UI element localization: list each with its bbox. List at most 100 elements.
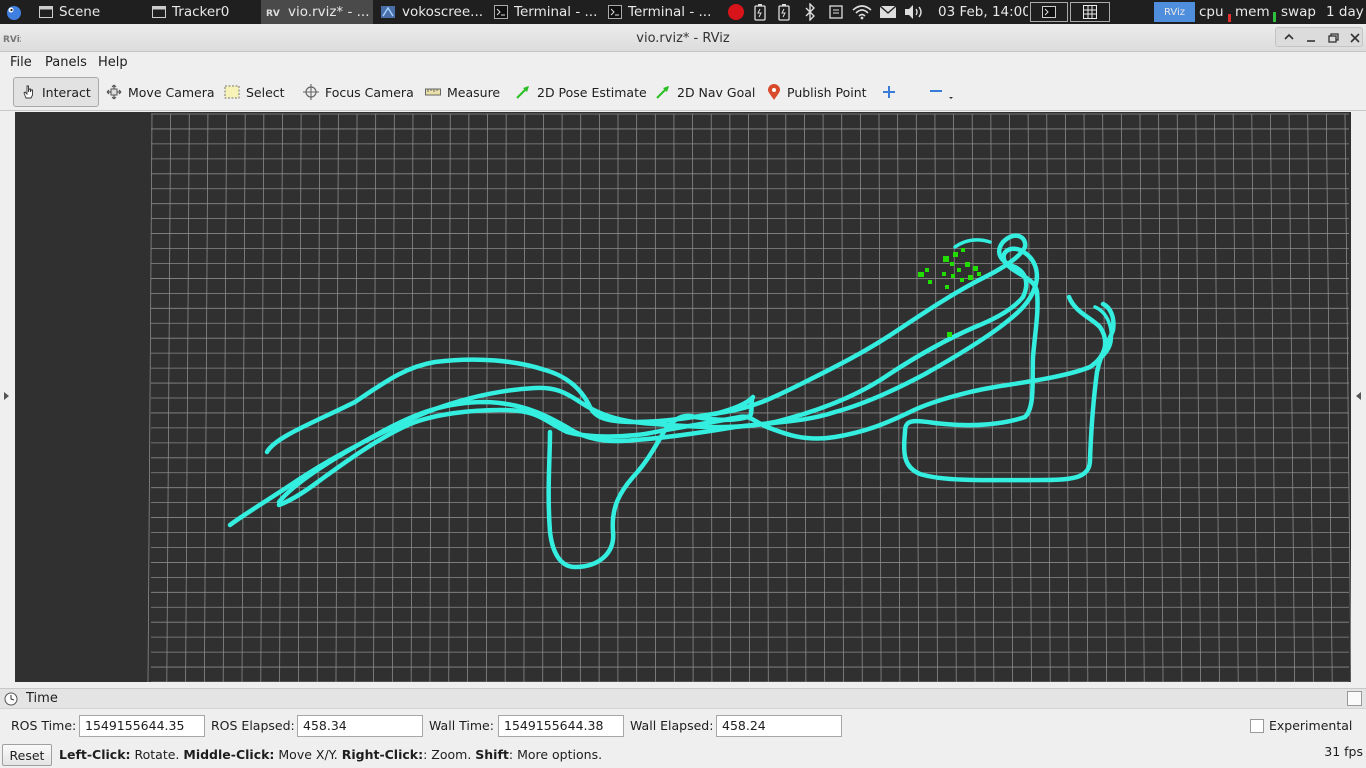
measure-tool-button[interactable]: Measure xyxy=(419,77,506,107)
time-panel-title: Time xyxy=(26,691,58,706)
reset-button[interactable]: Reset xyxy=(2,744,52,766)
feature-point xyxy=(951,274,955,278)
ros-time-field[interactable]: 1549155644.35 xyxy=(79,715,205,737)
select-box-icon xyxy=(224,85,240,99)
cpu-meter xyxy=(1228,14,1231,22)
tool-label: Interact xyxy=(42,84,91,100)
mem-monitor[interactable]: mem xyxy=(1235,0,1271,24)
focus-crosshair-icon xyxy=(303,84,319,100)
hint-text: : More options. xyxy=(508,747,603,762)
toolbar: Interact Move Camera Select Focus Camera… xyxy=(0,73,1366,111)
left-panel-toggle-icon[interactable] xyxy=(4,392,9,400)
restore-icon[interactable] xyxy=(1326,31,1340,45)
plus-icon xyxy=(883,86,895,98)
feature-point xyxy=(965,262,970,267)
window-title: vio.rviz* - RViz xyxy=(636,31,730,46)
tool-label: Select xyxy=(246,84,285,100)
battery-icon[interactable] xyxy=(775,2,793,22)
feature-point xyxy=(943,256,949,262)
ros-elapsed-field[interactable]: 458.34 xyxy=(297,715,423,737)
taskbar-item-label: Terminal - ... xyxy=(514,4,598,20)
2d-pose-estimate-tool-button[interactable]: 2D Pose Estimate xyxy=(509,77,653,107)
mail-icon[interactable] xyxy=(877,2,899,22)
minus-icon xyxy=(930,90,953,99)
clock[interactable]: 03 Feb, 14:00 xyxy=(938,0,1028,24)
feature-point xyxy=(945,285,949,289)
terminal-icon xyxy=(494,5,508,19)
volume-icon[interactable] xyxy=(902,2,926,22)
mouse-hint: Left-Click: Rotate. Middle-Click: Move X… xyxy=(59,747,602,762)
mem-meter xyxy=(1273,12,1276,22)
tool-label: 2D Pose Estimate xyxy=(537,84,647,100)
workspace-grid-icon[interactable] xyxy=(1070,2,1110,22)
rviz-badge[interactable]: RViz xyxy=(1154,2,1195,22)
move-camera-tool-button[interactable]: Move Camera xyxy=(100,77,221,107)
keep-above-icon[interactable] xyxy=(1282,31,1296,45)
interact-tool-button[interactable]: Interact xyxy=(13,77,99,107)
cpu-monitor[interactable]: cpu xyxy=(1199,0,1231,24)
window-titlebar[interactable]: RViz vio.rviz* - RViz xyxy=(0,24,1366,52)
select-tool-button[interactable]: Select xyxy=(218,77,291,107)
tool-label: Focus Camera xyxy=(325,84,414,100)
minimize-icon[interactable] xyxy=(1304,31,1318,45)
hint-key: Right-Click: xyxy=(341,747,424,762)
map-pin-icon xyxy=(768,83,780,100)
render-view[interactable] xyxy=(15,112,1351,682)
time-panel-fields: ROS Time: 1549155644.35 ROS Elapsed: 458… xyxy=(0,712,1366,740)
remove-tool-button[interactable] xyxy=(922,77,966,107)
battery-icon[interactable] xyxy=(751,2,769,22)
menu-file[interactable]: File xyxy=(10,55,32,70)
nav-goal-arrow-icon xyxy=(656,86,669,99)
experimental-checkbox[interactable] xyxy=(1250,719,1264,733)
right-panel-toggle-icon[interactable] xyxy=(1356,392,1361,400)
tool-label: 2D Nav Goal xyxy=(677,84,756,100)
svg-text:RV: RV xyxy=(266,9,280,18)
time-panel-header[interactable]: Time xyxy=(0,688,1366,709)
bluetooth-icon[interactable] xyxy=(801,2,819,22)
menu-panels[interactable]: Panels xyxy=(45,55,87,70)
wall-time-label: Wall Time: xyxy=(429,718,494,733)
tool-label: Move Camera xyxy=(128,84,215,100)
hint-text: Rotate. xyxy=(130,747,184,762)
ruler-icon xyxy=(425,88,441,96)
focus-camera-tool-button[interactable]: Focus Camera xyxy=(297,77,420,107)
add-tool-button[interactable] xyxy=(876,77,908,107)
feature-point xyxy=(957,268,961,272)
wall-elapsed-field[interactable]: 458.24 xyxy=(716,715,842,737)
taskbar-item-scene[interactable]: Scene xyxy=(34,0,142,24)
hint-key: Left-Click: xyxy=(59,747,131,762)
ros-elapsed-label: ROS Elapsed: xyxy=(211,718,295,733)
taskbar-item-terminal-1[interactable]: Terminal - ... xyxy=(491,0,601,24)
feature-point xyxy=(977,272,981,276)
terminal-launcher-icon[interactable] xyxy=(1030,2,1068,22)
taskbar-item-vokoscreen[interactable]: vokoscree... xyxy=(377,0,487,24)
taskbar-item-terminal-2[interactable]: Terminal - ... xyxy=(605,0,717,24)
window-icon xyxy=(152,6,166,18)
taskbar-item-rviz[interactable]: RV vio.rviz* - ... xyxy=(261,0,373,24)
panel-float-button[interactable] xyxy=(1347,691,1362,706)
wifi-icon[interactable] xyxy=(850,2,874,22)
hint-key: Middle-Click: xyxy=(183,747,275,762)
hand-pointer-icon xyxy=(23,85,33,99)
feature-point xyxy=(960,278,964,282)
wall-elapsed-label: Wall Elapsed: xyxy=(630,718,714,733)
taskbar-item-label: Tracker0 xyxy=(172,4,230,20)
swap-monitor[interactable]: swap xyxy=(1281,0,1321,24)
wall-time-field[interactable]: 1549155644.38 xyxy=(498,715,624,737)
record-icon[interactable] xyxy=(726,2,746,22)
publish-point-tool-button[interactable]: Publish Point xyxy=(761,77,873,107)
app-menu-icon[interactable] xyxy=(4,2,24,22)
feature-point xyxy=(925,268,929,272)
scene-canvas[interactable] xyxy=(15,112,1351,682)
close-icon[interactable] xyxy=(1348,31,1362,45)
storage-icon[interactable] xyxy=(826,2,846,22)
tool-label: Publish Point xyxy=(787,84,867,100)
status-bar: Reset Left-Click: Rotate. Middle-Click: … xyxy=(0,741,1366,768)
feature-point xyxy=(947,332,952,337)
menubar: File Panels Help xyxy=(0,52,1366,73)
taskbar-item-tracker[interactable]: Tracker0 xyxy=(147,0,257,24)
feature-point xyxy=(918,272,924,277)
menu-help[interactable]: Help xyxy=(98,55,128,70)
clock-icon xyxy=(4,692,18,706)
2d-nav-goal-tool-button[interactable]: 2D Nav Goal xyxy=(649,77,761,107)
